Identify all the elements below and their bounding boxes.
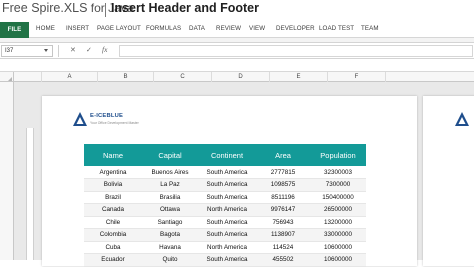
column-header-d[interactable]: D	[212, 72, 270, 82]
tab-developer[interactable]: DEVELOPER	[276, 25, 315, 32]
cell-population[interactable]: 10600000	[310, 241, 366, 254]
tab-file[interactable]: FILE	[0, 22, 29, 38]
cell-population[interactable]: 13200000	[310, 216, 366, 229]
cell-capital[interactable]: La Paz	[142, 178, 198, 192]
cell-continent[interactable]: South America	[198, 216, 256, 229]
table-row: Colombia Bagota South America 1138907 33…	[84, 228, 366, 242]
table-row: Bolivia La Paz South America 1098575 730…	[84, 178, 366, 192]
header-tagline: Your Office Development Master	[90, 121, 139, 125]
header-logo-icon	[73, 112, 87, 126]
cell-population[interactable]: 150400000	[310, 191, 366, 204]
cell-population[interactable]: 33000000	[310, 228, 366, 242]
title-bar: Free Spire.XLS for Java Insert Header an…	[0, 0, 474, 20]
cell-capital[interactable]: Havana	[142, 241, 198, 254]
tab-team[interactable]: TEAM	[361, 25, 379, 32]
cell-area[interactable]: 8511196	[256, 191, 310, 204]
cell-capital[interactable]: Buenos Aires	[142, 166, 198, 179]
cell-area[interactable]: 1098575	[256, 178, 310, 192]
cell-area[interactable]: 114524	[256, 241, 310, 254]
tab-view[interactable]: VIEW	[249, 25, 265, 32]
cell-continent[interactable]: North America	[198, 241, 256, 254]
tab-data[interactable]: DATA	[189, 25, 205, 32]
cell-continent[interactable]: North America	[198, 203, 256, 217]
cell-capital[interactable]: Ottawa	[142, 203, 198, 217]
cell-name[interactable]: Brazil	[84, 191, 142, 204]
ribbon-tabs: FILE HOME INSERT PAGE LAYOUT FORMULAS DA…	[0, 22, 474, 38]
cell-area[interactable]: 1138907	[256, 228, 310, 242]
cell-name[interactable]: Bolivia	[84, 178, 142, 192]
table-header-row: Name Capital Continent Area Population	[84, 144, 366, 166]
table-row: Argentina Buenos Aires South America 277…	[84, 166, 366, 179]
cell-name[interactable]: Colombia	[84, 228, 142, 242]
tab-review[interactable]: REVIEW	[216, 25, 241, 32]
table-row: Brazil Brasilia South America 8511196 15…	[84, 191, 366, 204]
vertical-ruler	[26, 128, 34, 260]
function-icon[interactable]: fx	[102, 45, 107, 54]
row-header-strip	[0, 82, 14, 260]
cell-name[interactable]: Canada	[84, 203, 142, 217]
cell-continent[interactable]: South America	[198, 178, 256, 192]
country-table: Name Capital Continent Area Population A…	[84, 144, 366, 267]
formula-bar: I37 ✕ ✓ fx	[0, 43, 474, 59]
header-brand: E-ICEBLUE	[90, 113, 124, 119]
tab-page-layout[interactable]: PAGE LAYOUT	[97, 25, 141, 32]
select-all-corner[interactable]	[0, 72, 14, 82]
column-header-population[interactable]: Population	[310, 144, 366, 166]
table-row: Cuba Havana North America 114524 1060000…	[84, 241, 366, 254]
cell-continent[interactable]: South America	[198, 166, 256, 179]
document-title: Insert Header and Footer	[111, 1, 259, 15]
column-header-e[interactable]: E	[270, 72, 328, 82]
cell-capital[interactable]: Brasilia	[142, 191, 198, 204]
column-header-a[interactable]: A	[42, 72, 98, 82]
cell-continent[interactable]: South America	[198, 191, 256, 204]
column-spacer	[14, 72, 42, 82]
table-row: Chile Santiago South America 756943 1320…	[84, 216, 366, 229]
column-header-f[interactable]: F	[328, 72, 386, 82]
column-header-capital[interactable]: Capital	[142, 144, 198, 166]
formula-input[interactable]	[119, 45, 473, 57]
tab-home[interactable]: HOME	[36, 25, 55, 32]
cell-population[interactable]: 26500000	[310, 203, 366, 217]
cell-name[interactable]: Argentina	[84, 166, 142, 179]
cell-continent[interactable]: South America	[198, 228, 256, 242]
column-header-bar: A B C D E F	[0, 71, 474, 82]
logo-prefix: Free	[2, 1, 32, 15]
column-header-continent[interactable]: Continent	[198, 144, 256, 166]
header-logo-icon	[455, 112, 469, 126]
cell-population[interactable]: 7300000	[310, 178, 366, 192]
enter-icon[interactable]: ✓	[86, 46, 92, 54]
next-page	[423, 96, 474, 266]
cell-name[interactable]: Chile	[84, 216, 142, 229]
column-header-name[interactable]: Name	[84, 144, 142, 166]
tab-formulas[interactable]: FORMULAS	[146, 25, 181, 32]
cell-capital[interactable]: Bagota	[142, 228, 198, 242]
cell-capital[interactable]: Santiago	[142, 216, 198, 229]
column-header-area[interactable]: Area	[256, 144, 310, 166]
title-divider	[105, 3, 106, 17]
logo-brand: Spire.XLS	[31, 1, 88, 15]
table-row: Canada Ottawa North America 9976147 2650…	[84, 203, 366, 217]
formula-separator	[58, 45, 59, 57]
cell-name[interactable]: Cuba	[84, 241, 142, 254]
tab-load-test[interactable]: LOAD TEST	[319, 25, 354, 32]
cell-population[interactable]: 32300003	[310, 166, 366, 179]
column-header-c[interactable]: C	[154, 72, 212, 82]
cell-area[interactable]: 756943	[256, 216, 310, 229]
column-header-b[interactable]: B	[98, 72, 154, 82]
cell-area[interactable]: 9976147	[256, 203, 310, 217]
cell-area[interactable]: 2777815	[256, 166, 310, 179]
cancel-icon[interactable]: ✕	[70, 46, 76, 54]
tab-insert[interactable]: INSERT	[66, 25, 89, 32]
name-box-dropdown-icon[interactable]	[44, 49, 48, 52]
